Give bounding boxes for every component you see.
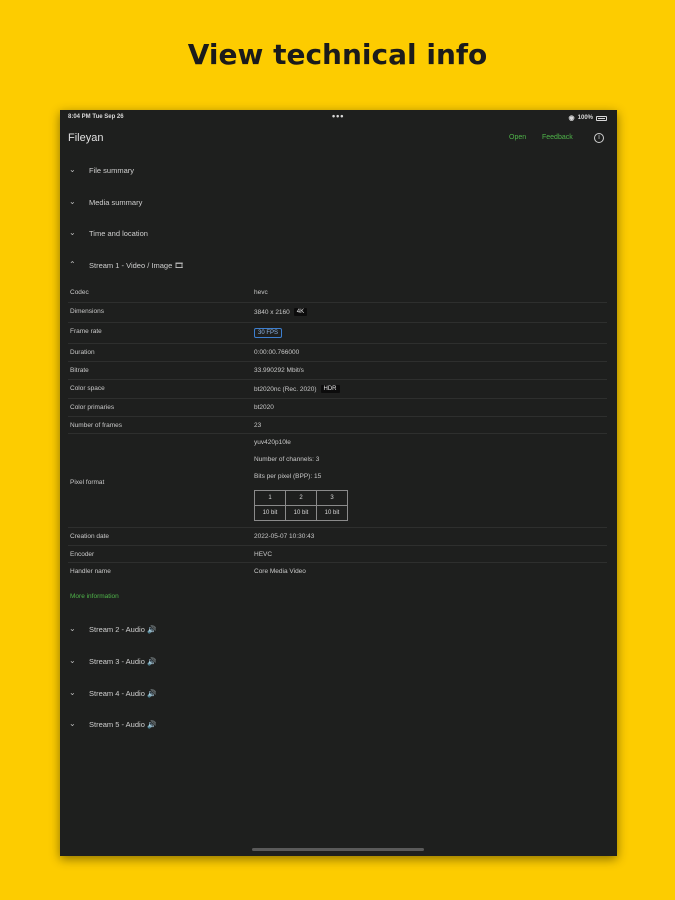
hdr-badge: HDR bbox=[320, 385, 340, 394]
row-key: Duration bbox=[70, 349, 95, 357]
channel-header: 3 bbox=[316, 490, 348, 507]
section-time-location[interactable]: ⌄ Time and location bbox=[60, 219, 617, 251]
status-bar: 8:04 PM Tue Sep 26 ••• ◉ 100% bbox=[60, 110, 617, 126]
row-pixel-format: Pixel format yuv420p10le Number of chann… bbox=[68, 434, 607, 529]
section-stream-4[interactable]: ⌄ Stream 4 - Audio 🔊 bbox=[60, 679, 617, 711]
row-value: 23 bbox=[254, 422, 262, 430]
section-label: Stream 1 - Video / Image 🎞 bbox=[89, 260, 184, 270]
section-stream-5[interactable]: ⌄ Stream 5 - Audio 🔊 bbox=[60, 710, 617, 742]
row-value: 2022-05-07 10:30:43 bbox=[254, 533, 315, 541]
channel-count: Number of channels: 3 bbox=[254, 456, 320, 464]
section-file-summary[interactable]: ⌄ File summary bbox=[60, 156, 617, 188]
fps-badge: 30 FPS bbox=[254, 328, 283, 339]
section-label: Stream 5 - Audio 🔊 bbox=[89, 720, 157, 730]
battery-icon bbox=[596, 115, 607, 121]
row-creation-date: Creation date 2022-05-07 10:30:43 bbox=[68, 528, 607, 547]
chevron-down-icon: ⌄ bbox=[69, 165, 76, 174]
row-key: Bitrate bbox=[70, 367, 89, 375]
chevron-down-icon: ⌄ bbox=[69, 687, 76, 697]
row-bitrate: Bitrate 33.990292 Mbit/s bbox=[68, 362, 607, 381]
row-duration: Duration 0:00:00.766000 bbox=[68, 344, 607, 363]
chevron-down-icon: ⌄ bbox=[69, 196, 76, 206]
open-button[interactable]: Open bbox=[509, 134, 526, 141]
pixel-format-name: yuv420p10le bbox=[254, 439, 291, 447]
app-title: Fileyan bbox=[68, 132, 104, 144]
chevron-down-icon: ⌄ bbox=[69, 624, 76, 634]
row-color-primaries: Color primaries bt2020 bbox=[68, 399, 607, 418]
multitask-dots-icon[interactable]: ••• bbox=[332, 111, 344, 121]
row-codec: Codec hevc bbox=[68, 284, 607, 304]
home-indicator[interactable] bbox=[252, 848, 424, 851]
row-value: hevc bbox=[254, 289, 268, 297]
channel-header: 2 bbox=[285, 490, 317, 507]
row-value: HEVC bbox=[254, 551, 273, 559]
chevron-up-icon: ⌃ bbox=[69, 259, 76, 269]
channel-bits-table: 1 2 3 10 bit 10 bit 10 bit bbox=[254, 490, 348, 522]
channel-bit-depth: 10 bit bbox=[316, 505, 348, 522]
chevron-down-icon: ⌄ bbox=[69, 655, 76, 665]
resolution-badge: 4K bbox=[293, 308, 308, 317]
row-value: 3840 x 2160 bbox=[254, 308, 290, 316]
row-handler-name: Handler name Core Media Video bbox=[68, 563, 607, 581]
row-value: bt2020 bbox=[254, 404, 274, 412]
section-stream-3[interactable]: ⌄ Stream 3 - Audio 🔊 bbox=[60, 647, 617, 679]
row-encoder: Encoder HEVC bbox=[68, 546, 607, 564]
section-media-summary[interactable]: ⌄ Media summary bbox=[60, 188, 617, 220]
section-label: Stream 2 - Audio 🔊 bbox=[89, 625, 157, 635]
nav-bar: Fileyan Open Feedback i bbox=[60, 126, 617, 156]
row-dimensions: Dimensions 3840 x 2160 4K bbox=[68, 303, 607, 324]
section-label: Time and location bbox=[89, 229, 148, 239]
section-label: Stream 4 - Audio 🔊 bbox=[89, 688, 157, 698]
wifi-icon: ◉ bbox=[568, 115, 575, 122]
row-value: 33.990292 Mbit/s bbox=[254, 367, 304, 375]
channel-bit-depth: 10 bit bbox=[285, 505, 317, 522]
row-key: Handler name bbox=[70, 568, 111, 576]
section-label: Media summary bbox=[89, 197, 143, 207]
row-key: Color primaries bbox=[70, 404, 115, 412]
row-key: Dimensions bbox=[70, 308, 104, 316]
row-value: Core Media Video bbox=[254, 568, 306, 576]
row-key: Encoder bbox=[70, 551, 95, 559]
section-label: Stream 3 - Audio 🔊 bbox=[89, 656, 157, 666]
stream-1-details: Codec hevc Dimensions 3840 x 2160 4K Fra… bbox=[60, 284, 617, 581]
row-key: Frame rate bbox=[70, 328, 102, 336]
row-value: bt2020nc (Rec. 2020) bbox=[254, 385, 317, 393]
row-frame-rate: Frame rate 30 FPS bbox=[68, 323, 607, 345]
row-key: Creation date bbox=[70, 533, 110, 541]
chevron-down-icon: ⌄ bbox=[69, 719, 76, 729]
channel-bit-depth: 10 bit bbox=[254, 505, 286, 522]
section-label: File summary bbox=[89, 166, 135, 175]
promo-headline: View technical info bbox=[187, 38, 488, 71]
row-key: Color space bbox=[70, 385, 105, 393]
status-time: 8:04 PM Tue Sep 26 bbox=[68, 114, 124, 120]
battery-percent: 100% bbox=[577, 115, 593, 121]
more-information-link[interactable]: More information bbox=[70, 593, 617, 615]
feedback-button[interactable]: Feedback bbox=[542, 134, 573, 141]
row-value: 0:00:00.766000 bbox=[254, 349, 300, 357]
row-key: Pixel format bbox=[70, 479, 105, 487]
info-icon[interactable]: i bbox=[594, 133, 604, 143]
row-color-space: Color space bt2020nc (Rec. 2020) HDR bbox=[68, 380, 607, 400]
row-number-of-frames: Number of frames 23 bbox=[68, 417, 607, 435]
bits-per-pixel: Bits per pixel (BPP): 15 bbox=[254, 473, 322, 481]
device-screen: 8:04 PM Tue Sep 26 ••• ◉ 100% Fileyan Op… bbox=[60, 110, 617, 856]
section-stream-2[interactable]: ⌄ Stream 2 - Audio 🔊 bbox=[60, 615, 617, 647]
chevron-down-icon: ⌄ bbox=[69, 228, 76, 238]
row-key: Codec bbox=[70, 289, 89, 297]
row-key: Number of frames bbox=[70, 422, 123, 430]
section-stream-1[interactable]: ⌃ Stream 1 - Video / Image 🎞 bbox=[60, 251, 617, 283]
channel-header: 1 bbox=[254, 490, 286, 507]
